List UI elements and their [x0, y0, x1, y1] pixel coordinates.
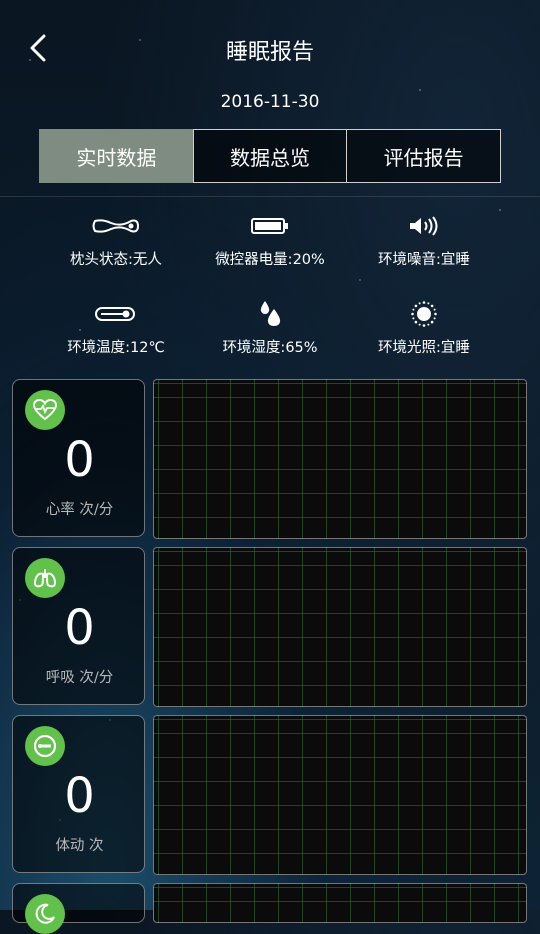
metric-card[interactable]: 0 心率 次/分	[12, 379, 145, 537]
metric-badge	[25, 390, 65, 430]
metric-unit: 体动 次	[55, 838, 104, 854]
movement-icon	[33, 734, 57, 758]
metric-value: 0	[64, 600, 95, 656]
status-light: 环境光照:宜睡	[334, 296, 514, 357]
metric-card[interactable]	[12, 883, 145, 934]
report-date: 2016-11-30	[220, 92, 320, 112]
tab-realtime-data[interactable]: 实时数据	[39, 129, 194, 183]
metric-card[interactable]: 0 呼吸 次/分	[12, 547, 145, 705]
sun-icon	[411, 301, 437, 327]
metric-card[interactable]: 0 体动 次	[12, 715, 145, 873]
thermometer-icon	[95, 307, 135, 321]
metric-badge	[25, 726, 65, 766]
metric-badge	[25, 894, 65, 934]
page-title: 睡眠报告	[225, 40, 314, 65]
movement-graph	[153, 715, 527, 875]
metric-unit: 心率 次/分	[45, 502, 114, 518]
metric-value: 0	[64, 432, 95, 488]
metric-value: 0	[64, 768, 95, 824]
heart-rate-graph	[153, 379, 527, 539]
status-noise: 环境噪音:宜睡	[334, 208, 514, 269]
metric-row-breathing: 0 呼吸 次/分	[12, 547, 528, 707]
water-drops-icon	[260, 301, 281, 326]
pillow-icon	[92, 219, 140, 233]
metric-unit: 呼吸 次/分	[45, 670, 114, 686]
lungs-icon	[33, 569, 57, 588]
status-temperature: 环境温度:12℃	[26, 296, 206, 357]
divider	[0, 196, 540, 197]
tab-data-overview[interactable]: 数据总览	[192, 129, 348, 183]
header: 睡眠报告 2016-11-30	[0, 0, 540, 112]
status-battery: 微控器电量:20%	[180, 208, 360, 269]
heart-rate-icon	[32, 398, 58, 421]
speaker-icon	[410, 216, 438, 236]
battery-icon	[251, 218, 288, 234]
metric-badge	[25, 558, 65, 598]
status-humidity: 环境湿度:65%	[180, 296, 360, 357]
status-pillow: 枕头状态:无人	[26, 208, 206, 269]
partial-graph	[153, 883, 527, 923]
moon-icon	[35, 903, 55, 924]
metric-row-partial	[12, 883, 528, 934]
metric-row-heart-rate: 0 心率 次/分	[12, 379, 528, 539]
breathing-graph	[153, 547, 527, 707]
tab-bar: 实时数据 数据总览 评估报告	[39, 129, 502, 183]
metric-row-movement: 0 体动 次	[12, 715, 528, 875]
tab-assessment-report[interactable]: 评估报告	[346, 129, 502, 183]
